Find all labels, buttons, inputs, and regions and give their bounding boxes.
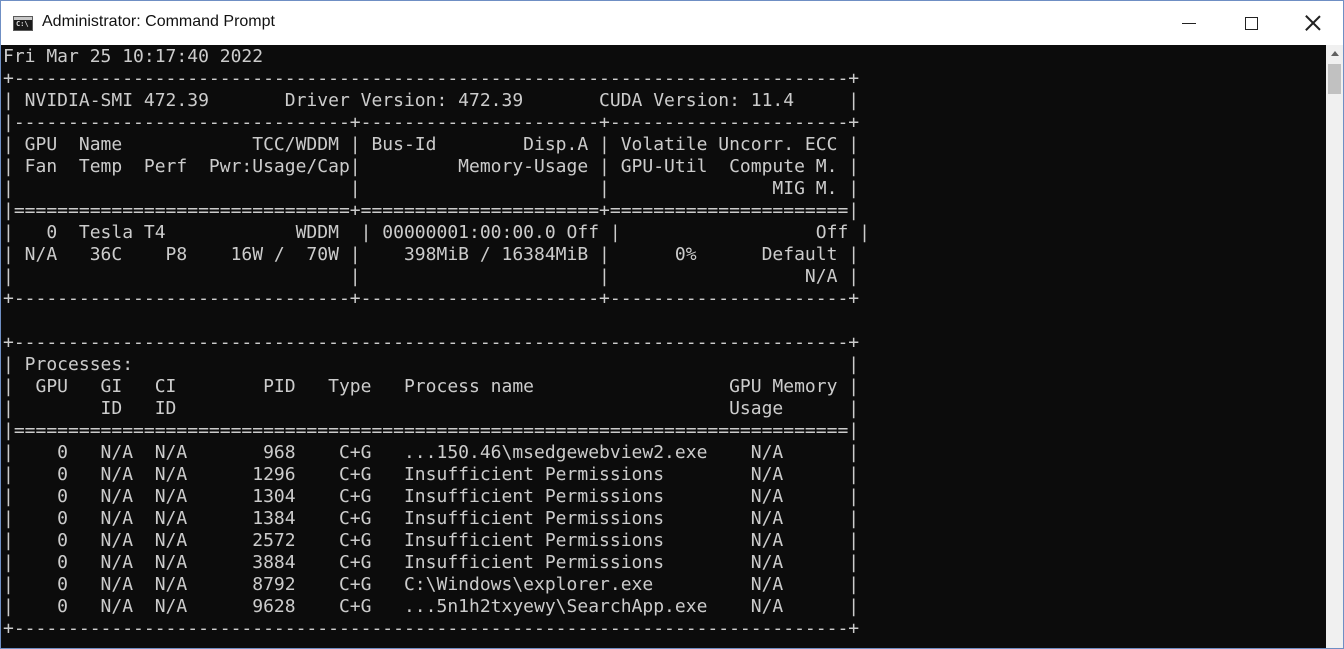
- console-line: | 0 N/A N/A 2572 C+G Insufficient Permis…: [3, 530, 860, 551]
- scroll-thumb[interactable]: [1328, 64, 1341, 94]
- console-line: | 0 N/A N/A 1296 C+G Insufficient Permis…: [3, 464, 860, 485]
- console-line: Fri Mar 25 10:17:40 2022: [3, 46, 264, 67]
- command-prompt-icon[interactable]: C:\: [13, 16, 33, 31]
- console-line: | | | MIG M. |: [3, 178, 860, 199]
- console-line: | N/A 36C P8 16W / 70W | 398MiB / 16384M…: [3, 244, 860, 265]
- window-title: Administrator: Command Prompt: [42, 13, 275, 30]
- console-line: +---------------------------------------…: [3, 618, 860, 639]
- console-line: | 0 N/A N/A 9628 C+G ...5n1h2txyewy\Sear…: [3, 596, 860, 617]
- minimize-button[interactable]: [1157, 1, 1221, 45]
- console-line: +---------------------------------------…: [3, 68, 860, 89]
- console-line: | 0 Tesla T4 WDDM | 00000001:00:00.0 Off…: [3, 222, 870, 243]
- console-line: | 0 N/A N/A 968 C+G ...150.46\msedgewebv…: [3, 442, 860, 463]
- console-line: | GPU Name TCC/WDDM | Bus-Id Disp.A | Vo…: [3, 134, 860, 155]
- console-line: | NVIDIA-SMI 472.39 Driver Version: 472.…: [3, 90, 860, 111]
- minimize-icon: [1182, 22, 1196, 24]
- console-text: Fri Mar 25 10:17:40 2022 +--------------…: [3, 46, 870, 640]
- maximize-icon: [1244, 16, 1258, 30]
- console-line: | 0 N/A N/A 3884 C+G Insufficient Permis…: [3, 552, 860, 573]
- console-line: | 0 N/A N/A 8792 C+G C:\Windows\explorer…: [3, 574, 860, 595]
- console-line: | Fan Temp Perf Pwr:Usage/Cap| Memory-Us…: [3, 156, 860, 177]
- console-line: | GPU GI CI PID Type Process name GPU Me…: [3, 376, 860, 397]
- console-line: | 0 N/A N/A 1304 C+G Insufficient Permis…: [3, 486, 860, 507]
- console-line: +---------------------------------------…: [3, 332, 860, 353]
- console-line: |-------------------------------+-------…: [3, 112, 860, 133]
- console-line: | 0 N/A N/A 1384 C+G Insufficient Permis…: [3, 508, 860, 529]
- title-bar[interactable]: C:\ Administrator: Command Prompt: [1, 1, 1343, 45]
- console-output-area[interactable]: Fri Mar 25 10:17:40 2022 +--------------…: [1, 45, 1326, 648]
- command-prompt-window: C:\ Administrator: Command Prompt Fri Ma…: [0, 0, 1344, 649]
- vertical-scrollbar[interactable]: [1326, 45, 1343, 648]
- console-line: |=======================================…: [3, 420, 860, 441]
- console-line: | | | N/A |: [3, 266, 860, 287]
- console-line: +-------------------------------+-------…: [3, 288, 860, 309]
- console-line: |===============================+=======…: [3, 200, 860, 221]
- console-line: | Processes: |: [3, 354, 860, 375]
- close-icon: [1305, 15, 1321, 31]
- scroll-up-arrow-icon[interactable]: [1326, 45, 1343, 62]
- maximize-button[interactable]: [1219, 1, 1283, 45]
- icon-label: C:\: [16, 20, 29, 28]
- console-line: | ID ID Usage |: [3, 398, 860, 419]
- close-button[interactable]: [1281, 1, 1343, 45]
